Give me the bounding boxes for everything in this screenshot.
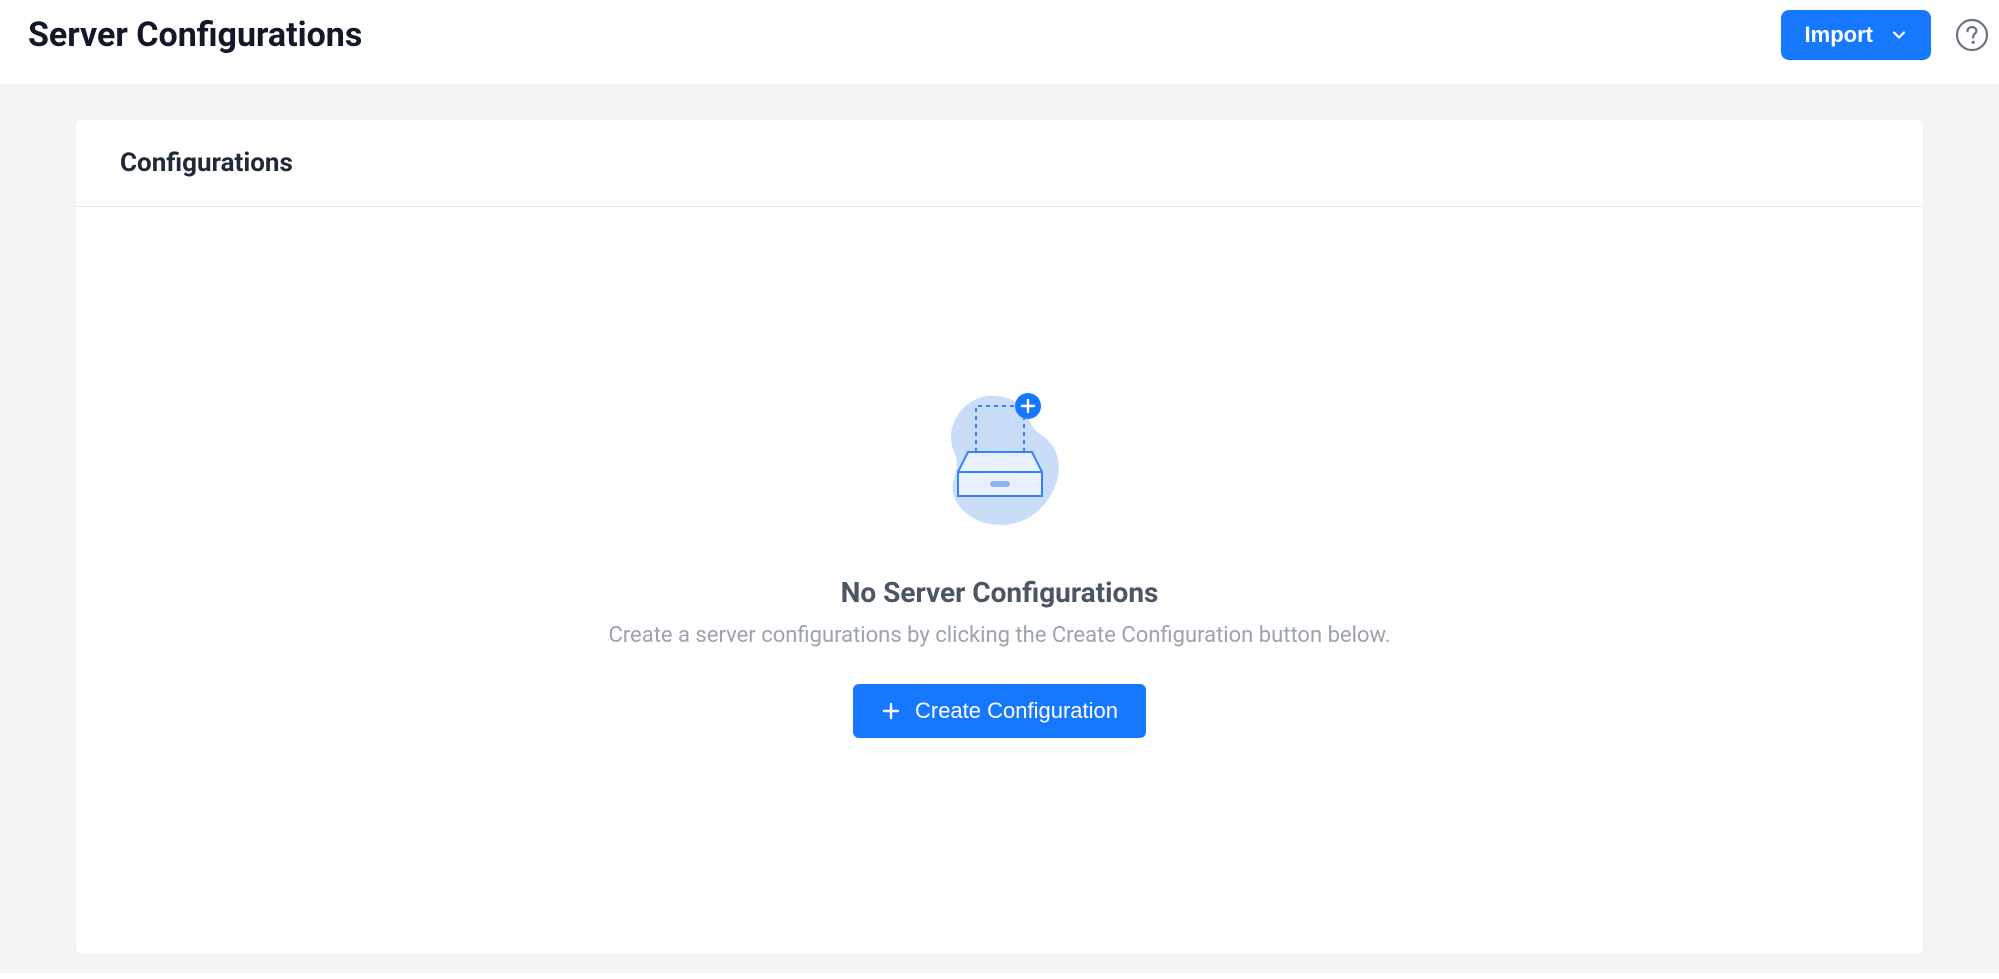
card-title: Configurations [120,148,1879,178]
configurations-card: Configurations [76,120,1923,954]
header-actions: Import [1781,10,1971,60]
help-icon[interactable] [1955,18,1989,52]
plus-icon [881,701,901,721]
import-button-label: Import [1805,22,1873,48]
page-header: Server Configurations Import [0,0,1999,84]
empty-state-illustration [900,364,1100,544]
import-button[interactable]: Import [1781,10,1931,60]
empty-state-title: No Server Configurations [841,576,1159,609]
chevron-down-icon [1891,27,1907,43]
card-header: Configurations [76,120,1923,207]
empty-state: No Server Configurations Create a server… [76,207,1923,954]
empty-state-description: Create a server configurations by clicki… [608,623,1390,648]
create-button-label: Create Configuration [915,698,1118,724]
content-area: Configurations [0,84,1999,973]
create-configuration-button[interactable]: Create Configuration [853,684,1146,738]
page-title: Server Configurations [28,15,362,55]
